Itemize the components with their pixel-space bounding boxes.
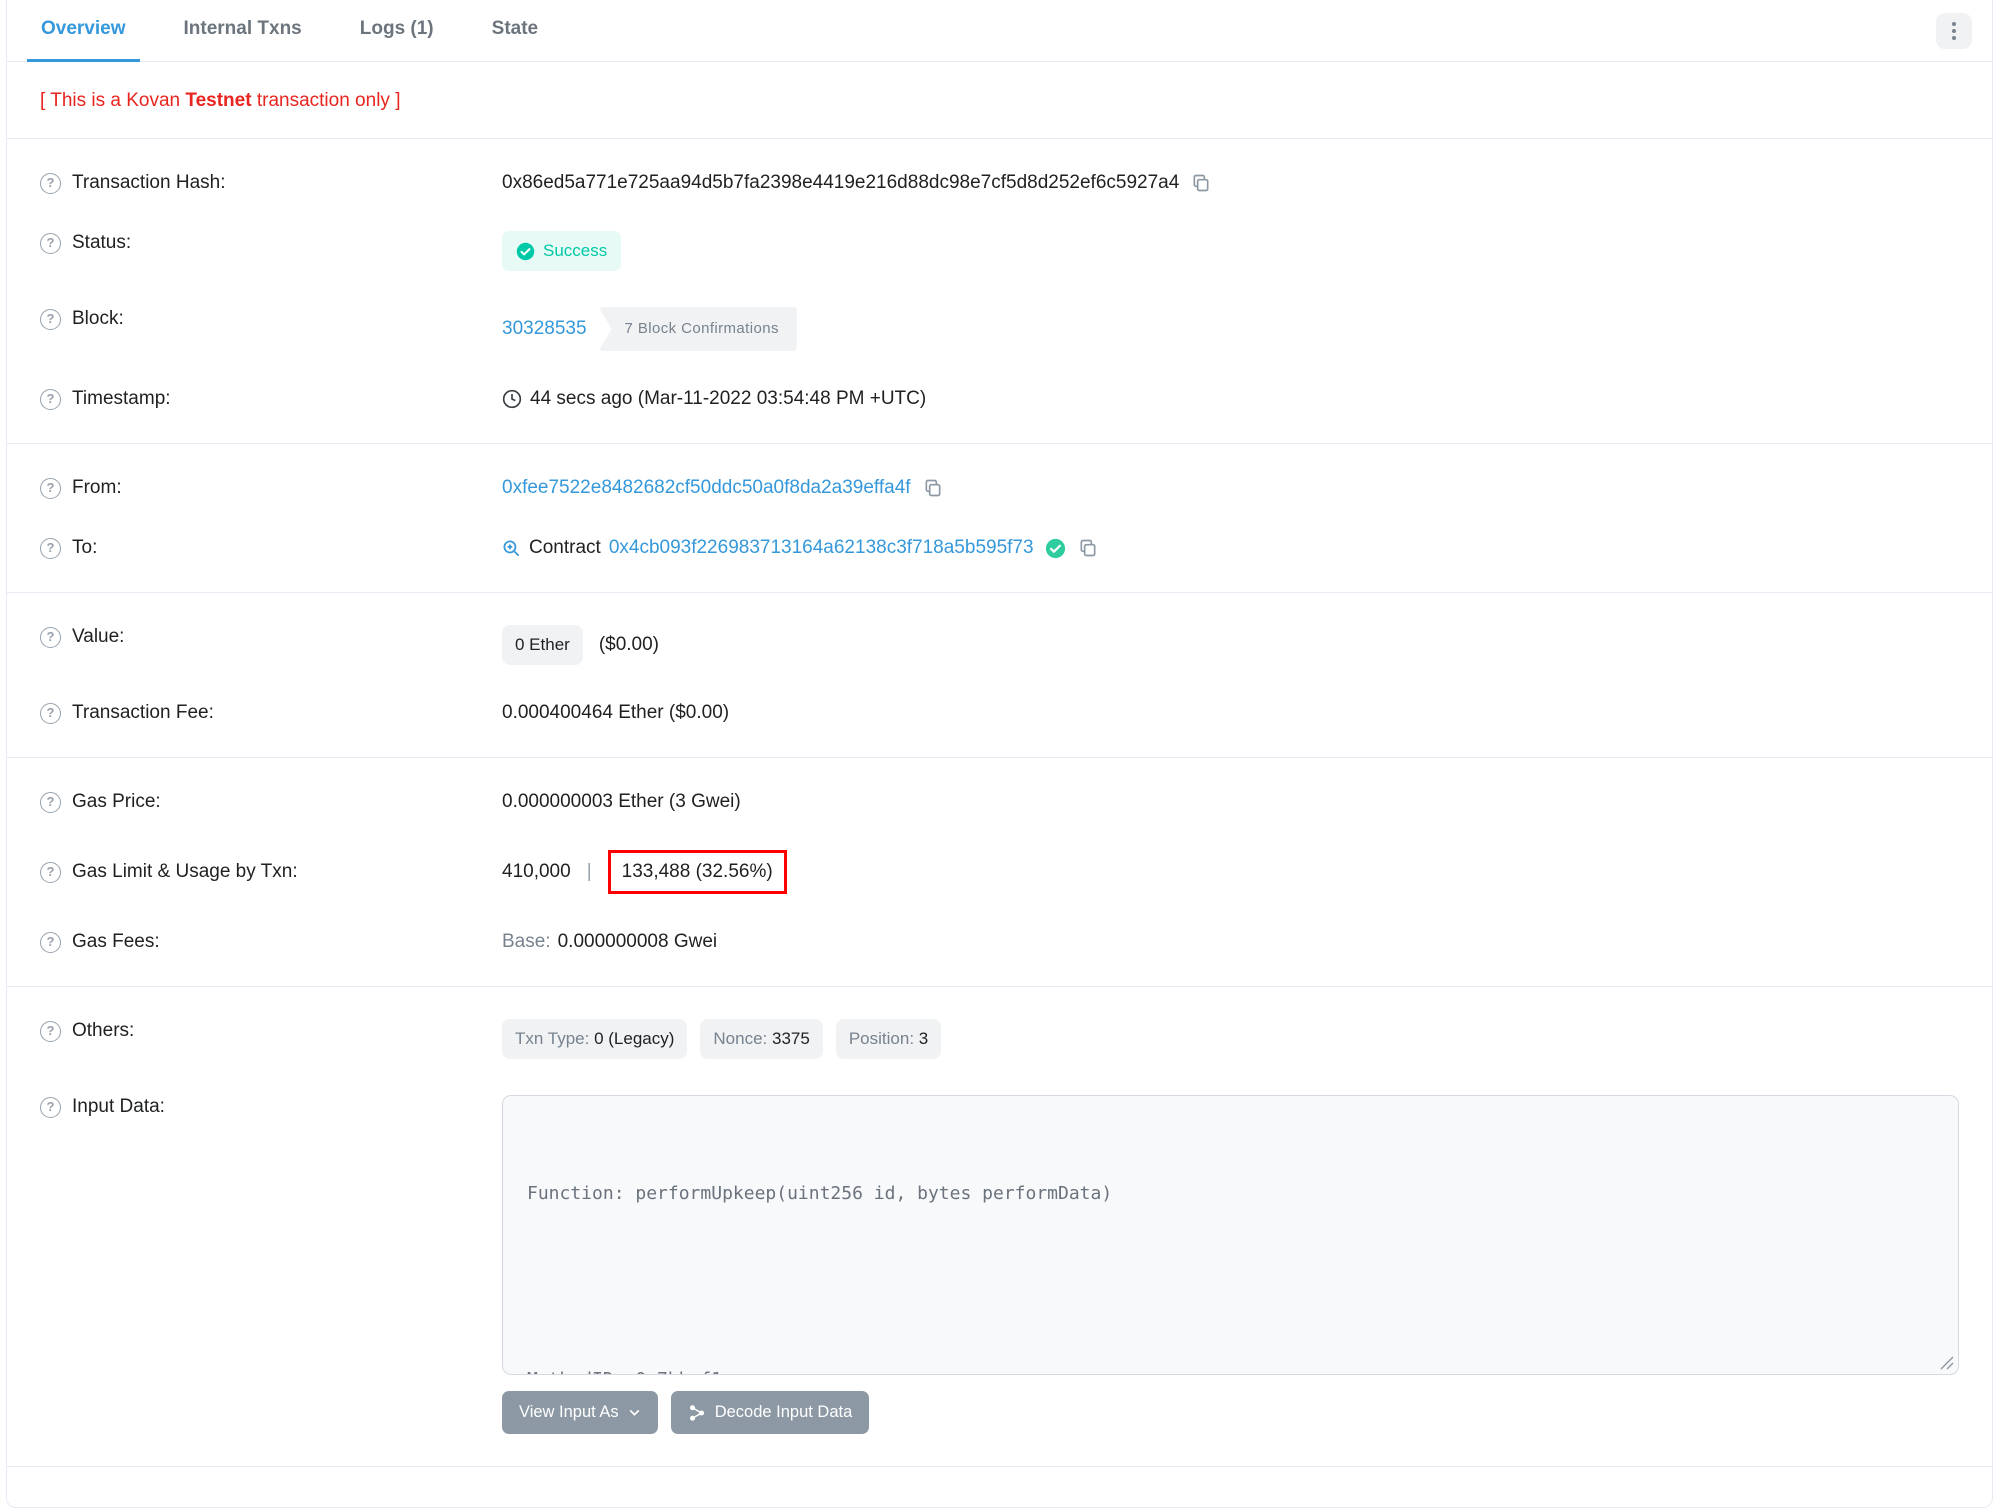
row-label-text: Transaction Hash: <box>72 172 226 193</box>
row-label-text: Input Data: <box>72 1096 165 1117</box>
tab-state[interactable]: State <box>478 0 552 62</box>
notice-suffix: transaction only ] <box>251 90 401 111</box>
row-gas-fees: ? Gas Fees: Base: 0.000000008 Gwei <box>40 912 1959 972</box>
block-number-link[interactable]: 30328535 <box>502 317 587 341</box>
section-value: ? Value: 0 Ether ($0.00) ? Transaction F… <box>7 593 1992 757</box>
help-icon[interactable]: ? <box>40 931 61 953</box>
notice-prefix: [ This is a Kovan <box>40 90 186 111</box>
input-function-line: Function: performUpkeep(uint256 id, byte… <box>527 1183 1113 1204</box>
help-icon[interactable]: ? <box>40 626 61 648</box>
kebab-icon <box>1952 21 1956 26</box>
from-address-link[interactable]: 0xfee7522e8482682cf50ddc50a0f8da2a39effa… <box>502 476 911 500</box>
row-label-text: Value: <box>72 626 125 647</box>
timestamp-value: 44 secs ago (Mar-11-2022 03:54:48 PM +UT… <box>530 388 927 409</box>
help-icon[interactable]: ? <box>40 1020 61 1042</box>
help-icon[interactable]: ? <box>40 861 61 883</box>
row-others: ? Others: Txn Type: 0 (Legacy) Nonce: 33… <box>40 1001 1959 1077</box>
view-input-as-button[interactable]: View Input As <box>502 1391 658 1434</box>
help-icon[interactable]: ? <box>40 388 61 410</box>
chevron-down-icon <box>629 1410 639 1416</box>
gas-price-value: 0.000000003 Ether (3 Gwei) <box>502 791 741 812</box>
row-from: ? From: 0xfee7522e8482682cf50ddc50a0f8da… <box>40 458 1959 518</box>
row-label-text: Status: <box>72 232 132 253</box>
copy-icon <box>925 479 941 497</box>
help-icon[interactable]: ? <box>40 477 61 499</box>
separator: | <box>586 861 592 882</box>
row-label-text: Gas Limit & Usage by Txn: <box>72 861 298 882</box>
status-badge: Success <box>502 231 622 271</box>
help-icon[interactable]: ? <box>40 702 61 724</box>
input-methodid-line: MethodID: 0x7bbaf1ea <box>527 1364 1954 1374</box>
tab-internal-txns[interactable]: Internal Txns <box>170 0 316 62</box>
copy-to-button[interactable] <box>1078 538 1098 558</box>
usd-value: ($0.00) <box>598 634 660 655</box>
transaction-card: Overview Internal Txns Logs (1) State [ … <box>6 0 1993 1508</box>
row-input-data: ? Input Data: Function: performUpkeep(ui… <box>40 1077 1959 1452</box>
tab-logs[interactable]: Logs (1) <box>346 0 448 62</box>
gas-usage-value: 133,488 (32.56%) <box>621 861 773 882</box>
resize-handle-icon[interactable] <box>1940 1356 1954 1370</box>
status-text: Success <box>543 241 608 260</box>
clock-icon <box>502 389 522 409</box>
tab-bar: Overview Internal Txns Logs (1) State <box>7 0 1992 62</box>
help-icon[interactable]: ? <box>40 308 61 330</box>
check-circle-icon <box>516 242 535 260</box>
transaction-hash-value: 0x86ed5a771e725aa94d5b7fa2398e4419e216d8… <box>502 172 1180 193</box>
input-data-textarea[interactable]: Function: performUpkeep(uint256 id, byte… <box>502 1095 1959 1375</box>
verified-check-icon <box>1045 538 1065 558</box>
copy-icon <box>1080 539 1096 557</box>
input-actions: View Input As Decode Input Data <box>502 1391 1959 1434</box>
row-timestamp: ? Timestamp: 44 secs ago (Mar-11-2022 03… <box>40 369 1959 429</box>
position-badge: Position: 3 <box>835 1019 942 1059</box>
section-overview-top: ? Transaction Hash: 0x86ed5a771e725aa94d… <box>7 139 1992 443</box>
block-confirmations-badge: 7 Block Confirmations <box>598 307 797 351</box>
base-fee-value: 0.000000008 Gwei <box>557 931 718 952</box>
to-contract-prefix: Contract <box>529 537 601 558</box>
copy-hash-button[interactable] <box>1191 173 1211 193</box>
gas-usage-highlight-box: 133,488 (32.56%) <box>607 850 787 894</box>
row-label-text: From: <box>72 477 122 498</box>
row-label-text: Gas Price: <box>72 791 161 812</box>
row-transaction-fee: ? Transaction Fee: 0.000400464 Ether ($0… <box>40 683 1959 743</box>
help-icon[interactable]: ? <box>40 172 61 194</box>
help-icon[interactable]: ? <box>40 537 61 559</box>
row-to: ? To: Contract 0x4cb093f226983713164a621… <box>40 518 1959 578</box>
row-value: ? Value: 0 Ether ($0.00) <box>40 607 1959 683</box>
help-icon[interactable]: ? <box>40 232 61 254</box>
nonce-badge: Nonce: 3375 <box>700 1019 823 1059</box>
help-icon[interactable]: ? <box>40 1096 61 1118</box>
notice-bold: Testnet <box>185 90 252 111</box>
row-label-text: Block: <box>72 308 124 329</box>
row-gas-price: ? Gas Price: 0.000000003 Ether (3 Gwei) <box>40 772 1959 832</box>
to-address-link[interactable]: 0x4cb093f226983713164a62138c3f718a5b595f… <box>609 536 1034 560</box>
row-status: ? Status: Success <box>40 213 1959 289</box>
row-block: ? Block: 30328535 7 Block Confirmations <box>40 289 1959 369</box>
base-fee-label: Base: <box>502 931 551 952</box>
copy-icon <box>1193 174 1209 192</box>
section-gas: ? Gas Price: 0.000000003 Ether (3 Gwei) … <box>7 758 1992 986</box>
more-options-button[interactable] <box>1936 12 1972 49</box>
decode-input-data-button[interactable]: Decode Input Data <box>670 1391 870 1434</box>
row-label-text: Timestamp: <box>72 388 171 409</box>
transaction-fee-value: 0.000400464 Ether ($0.00) <box>502 702 730 723</box>
txn-type-badge: Txn Type: 0 (Legacy) <box>502 1019 688 1059</box>
row-transaction-hash: ? Transaction Hash: 0x86ed5a771e725aa94d… <box>40 153 1959 213</box>
row-gas-limit-usage: ? Gas Limit & Usage by Txn: 410,000 | 13… <box>40 832 1959 912</box>
bottom-padding <box>7 1467 1992 1507</box>
decode-nodes-icon <box>689 1404 704 1421</box>
tab-overview[interactable]: Overview <box>27 0 140 62</box>
section-addresses: ? From: 0xfee7522e8482682cf50ddc50a0f8da… <box>7 444 1992 592</box>
gas-limit-value: 410,000 <box>502 861 571 882</box>
row-label-text: Gas Fees: <box>72 931 160 952</box>
row-label-text: Transaction Fee: <box>72 702 214 723</box>
section-others: ? Others: Txn Type: 0 (Legacy) Nonce: 33… <box>7 987 1992 1466</box>
testnet-notice: [ This is a Kovan Testnet transaction on… <box>7 62 1992 138</box>
row-label-text: To: <box>72 537 98 558</box>
ether-value-badge: 0 Ether <box>502 625 583 665</box>
zoom-in-icon <box>503 540 520 556</box>
row-label-text: Others: <box>72 1020 135 1041</box>
copy-from-button[interactable] <box>923 478 943 498</box>
help-icon[interactable]: ? <box>40 791 61 813</box>
